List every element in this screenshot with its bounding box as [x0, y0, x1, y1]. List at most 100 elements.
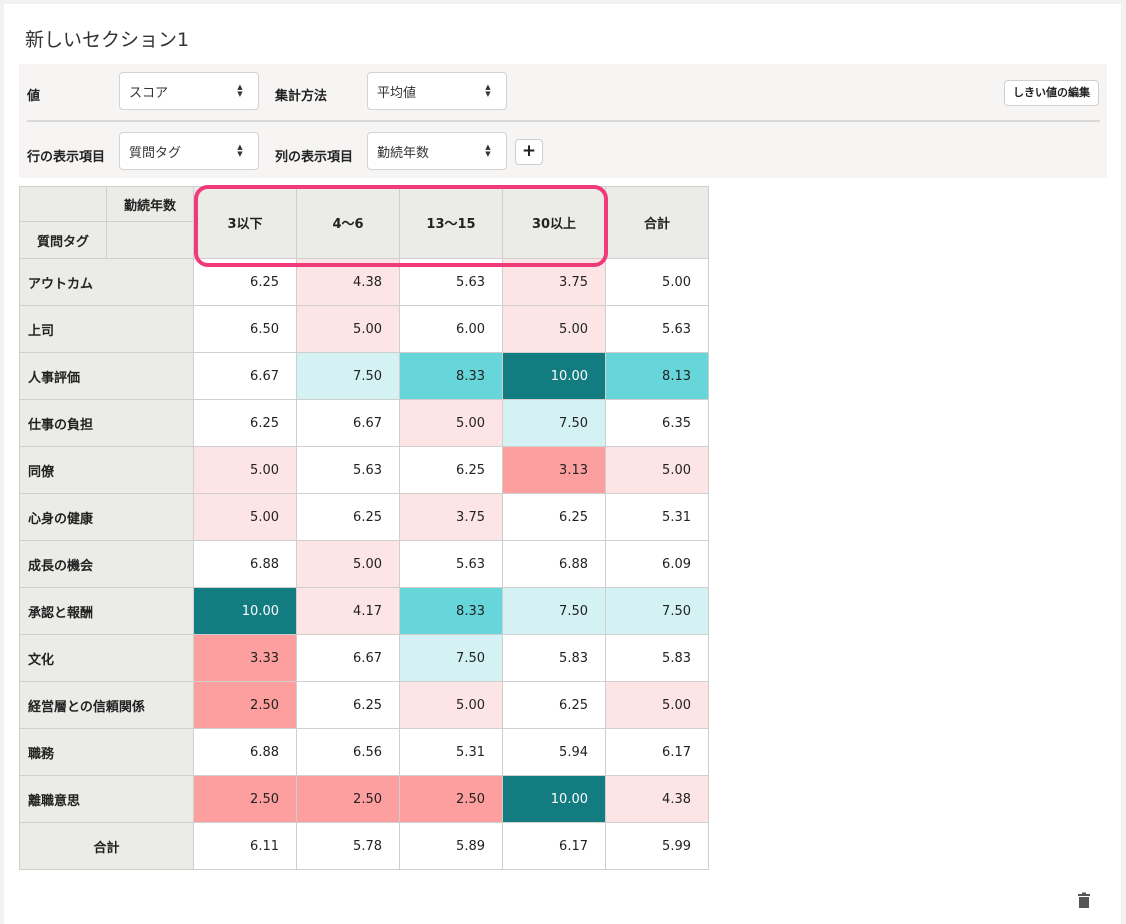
table-cell[interactable]: 5.31 — [605, 493, 709, 541]
table-cell[interactable]: 8.13 — [605, 352, 709, 400]
total-row-header: 合計 — [19, 822, 194, 870]
table-cell[interactable]: 6.25 — [296, 493, 400, 541]
section-title[interactable]: 新しいセクション1 — [25, 25, 189, 52]
table-cell[interactable]: 5.94 — [502, 728, 606, 776]
column-header-4[interactable]: 30以上 — [502, 186, 606, 259]
table-cell[interactable]: 5.63 — [605, 305, 709, 353]
table-cell[interactable]: 6.25 — [502, 681, 606, 729]
table-cell[interactable]: 10.00 — [502, 775, 606, 823]
table-row: 職務 6.88 6.56 5.31 5.94 6.17 — [19, 728, 709, 776]
table-cell[interactable]: 2.50 — [193, 775, 297, 823]
edit-threshold-button[interactable]: しきい値の編集 — [1004, 80, 1099, 106]
row-header: 人事評価 — [19, 352, 194, 400]
table-cell[interactable]: 6.56 — [296, 728, 400, 776]
row-header: アウトカム — [19, 258, 194, 306]
table-cell[interactable]: 6.00 — [399, 305, 503, 353]
table-cell[interactable]: 7.50 — [502, 587, 606, 635]
table-cell[interactable]: 5.00 — [193, 493, 297, 541]
table-cell[interactable]: 6.67 — [296, 634, 400, 682]
table-row: 成長の機会 6.88 5.00 5.63 6.88 6.09 — [19, 540, 709, 588]
table-cell[interactable]: 6.88 — [502, 540, 606, 588]
row-header: 職務 — [19, 728, 194, 776]
pivot-controls: 値 スコア ▲ ▼ 集計方法 平均値 ▲ ▼ しきい値の編集 行の表示項目 質問タグ… — [19, 64, 1107, 178]
table-cell[interactable]: 6.25 — [193, 399, 297, 447]
table-cell[interactable]: 6.88 — [193, 540, 297, 588]
table-cell[interactable]: 7.50 — [605, 587, 709, 635]
row-header: 仕事の負担 — [19, 399, 194, 447]
table-cell[interactable]: 5.63 — [296, 446, 400, 494]
column-header-1[interactable]: 3以下 — [193, 186, 297, 259]
aggregation-select-value: 平均値 — [377, 85, 417, 101]
column-field-select-value: 勤続年数 — [377, 145, 430, 161]
table-cell[interactable]: 6.09 — [605, 540, 709, 588]
add-field-button[interactable]: + — [515, 139, 543, 165]
table-row: 心身の健康 5.00 6.25 3.75 6.25 5.31 — [19, 493, 709, 541]
table-cell[interactable]: 8.33 — [399, 352, 503, 400]
table-cell[interactable]: 5.00 — [399, 399, 503, 447]
table-cell[interactable]: 10.00 — [193, 587, 297, 635]
row-header: 文化 — [19, 634, 194, 682]
column-header-total: 合計 — [605, 186, 709, 259]
table-cell[interactable]: 6.25 — [502, 493, 606, 541]
table-cell[interactable]: 6.25 — [296, 681, 400, 729]
select-arrows-icon: ▲ ▼ — [485, 143, 491, 158]
table-cell[interactable]: 5.00 — [296, 540, 400, 588]
table-cell[interactable]: 4.17 — [296, 587, 400, 635]
table-cell[interactable]: 5.31 — [399, 728, 503, 776]
table-cell[interactable]: 5.83 — [605, 634, 709, 682]
column-field-select[interactable]: 勤続年数 ▲ ▼ — [367, 132, 507, 170]
row-header: 心身の健康 — [19, 493, 194, 541]
table-cell[interactable]: 6.35 — [605, 399, 709, 447]
table-cell[interactable]: 5.00 — [605, 681, 709, 729]
table-row: 同僚 5.00 5.63 6.25 3.13 5.00 — [19, 446, 709, 494]
table-cell[interactable]: 6.25 — [193, 258, 297, 306]
row-field-select-value: 質問タグ — [129, 145, 182, 161]
row-field-label: 行の表示項目 — [27, 150, 106, 165]
table-cell[interactable]: 3.33 — [193, 634, 297, 682]
row-header: 成長の機会 — [19, 540, 194, 588]
aggregation-select[interactable]: 平均値 ▲ ▼ — [367, 72, 507, 110]
pivot-table: 勤続年数 3以下 4〜6 13〜15 30以上 合計 質問タグ アウトカム 6.2… — [19, 186, 709, 870]
table-cell[interactable]: 7.50 — [502, 399, 606, 447]
table-cell[interactable]: 5.00 — [605, 446, 709, 494]
corner-empty — [106, 221, 194, 259]
table-cell[interactable]: 3.13 — [502, 446, 606, 494]
table-cell[interactable]: 10.00 — [502, 352, 606, 400]
table-cell[interactable]: 2.50 — [399, 775, 503, 823]
row-header: 経営層との信頼関係 — [19, 681, 194, 729]
table-cell[interactable]: 4.38 — [296, 258, 400, 306]
table-cell[interactable]: 2.50 — [296, 775, 400, 823]
column-header-3[interactable]: 13〜15 — [399, 186, 503, 259]
table-cell[interactable]: 6.67 — [193, 352, 297, 400]
table-row: アウトカム 6.25 4.38 5.63 3.75 5.00 — [19, 258, 709, 306]
total-cell: 6.11 — [193, 822, 297, 870]
table-cell[interactable]: 5.00 — [605, 258, 709, 306]
trash-icon[interactable] — [1076, 892, 1092, 908]
table-cell[interactable]: 6.25 — [399, 446, 503, 494]
table-cell[interactable]: 6.67 — [296, 399, 400, 447]
table-cell[interactable]: 5.83 — [502, 634, 606, 682]
table-cell[interactable]: 5.00 — [399, 681, 503, 729]
table-cell[interactable]: 5.00 — [502, 305, 606, 353]
table-cell[interactable]: 5.00 — [193, 446, 297, 494]
column-header-2[interactable]: 4〜6 — [296, 186, 400, 259]
table-cell[interactable]: 4.38 — [605, 775, 709, 823]
row-field-select[interactable]: 質問タグ ▲ ▼ — [119, 132, 259, 170]
table-row: 経営層との信頼関係 2.50 6.25 5.00 6.25 5.00 — [19, 681, 709, 729]
table-cell[interactable]: 5.00 — [296, 305, 400, 353]
value-select[interactable]: スコア ▲ ▼ — [119, 72, 259, 110]
table-cell[interactable]: 3.75 — [502, 258, 606, 306]
table-cell[interactable]: 6.50 — [193, 305, 297, 353]
table-cell[interactable]: 3.75 — [399, 493, 503, 541]
row-header: 同僚 — [19, 446, 194, 494]
table-cell[interactable]: 8.33 — [399, 587, 503, 635]
table-cell[interactable]: 6.88 — [193, 728, 297, 776]
table-cell[interactable]: 7.50 — [296, 352, 400, 400]
row-header: 上司 — [19, 305, 194, 353]
table-cell[interactable]: 6.17 — [605, 728, 709, 776]
table-row: 文化 3.33 6.67 7.50 5.83 5.83 — [19, 634, 709, 682]
table-cell[interactable]: 5.63 — [399, 258, 503, 306]
table-cell[interactable]: 5.63 — [399, 540, 503, 588]
table-cell[interactable]: 2.50 — [193, 681, 297, 729]
table-cell[interactable]: 7.50 — [399, 634, 503, 682]
